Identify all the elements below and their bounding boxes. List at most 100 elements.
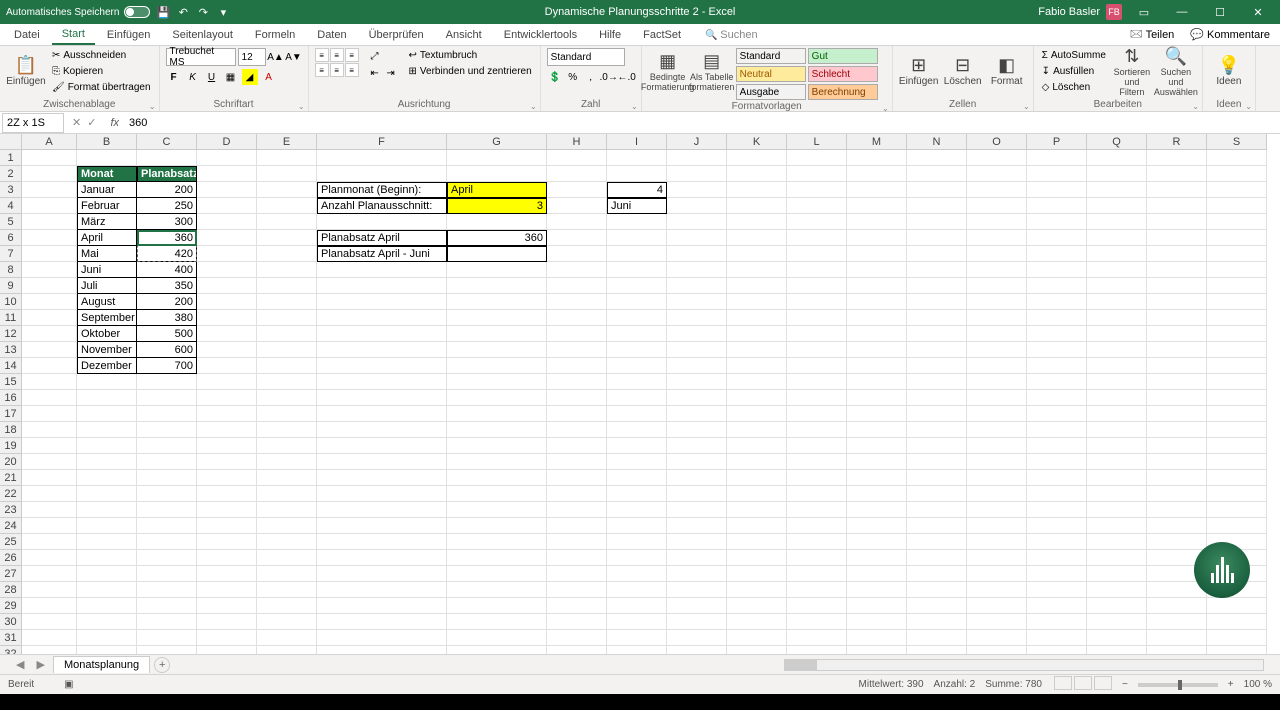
cell-M27[interactable] <box>847 566 907 582</box>
cell-H1[interactable] <box>547 150 607 166</box>
align-bottom[interactable]: ≡ <box>345 48 359 62</box>
cell-R3[interactable] <box>1147 182 1207 198</box>
cell-Q31[interactable] <box>1087 630 1147 646</box>
cell-E12[interactable] <box>257 326 317 342</box>
cell-N7[interactable] <box>907 246 967 262</box>
cell-J6[interactable] <box>667 230 727 246</box>
tab-review[interactable]: Überprüfen <box>359 26 434 44</box>
cell-Q27[interactable] <box>1087 566 1147 582</box>
cell-K15[interactable] <box>727 374 787 390</box>
cell-Q28[interactable] <box>1087 582 1147 598</box>
cell-D8[interactable] <box>197 262 257 278</box>
cell-N29[interactable] <box>907 598 967 614</box>
cell-L29[interactable] <box>787 598 847 614</box>
cell-E19[interactable] <box>257 438 317 454</box>
cell-S5[interactable] <box>1207 214 1267 230</box>
cell-D13[interactable] <box>197 342 257 358</box>
cell-E28[interactable] <box>257 582 317 598</box>
cell-G22[interactable] <box>447 486 547 502</box>
cell-K6[interactable] <box>727 230 787 246</box>
cell-E24[interactable] <box>257 518 317 534</box>
cell-M17[interactable] <box>847 406 907 422</box>
cell-I10[interactable] <box>607 294 667 310</box>
cell-K7[interactable] <box>727 246 787 262</box>
cell-N2[interactable] <box>907 166 967 182</box>
autosave-toggle[interactable]: Automatisches Speichern <box>6 6 150 18</box>
cell-P1[interactable] <box>1027 150 1087 166</box>
cell-B5[interactable]: März <box>77 214 137 230</box>
cell-L4[interactable] <box>787 198 847 214</box>
cell-R23[interactable] <box>1147 502 1207 518</box>
cell-Q11[interactable] <box>1087 310 1147 326</box>
accounting-format[interactable]: 💲 <box>547 69 563 85</box>
cell-D9[interactable] <box>197 278 257 294</box>
cell-D15[interactable] <box>197 374 257 390</box>
cell-O22[interactable] <box>967 486 1027 502</box>
cell-C6[interactable]: 360 <box>137 230 197 246</box>
maximize-icon[interactable]: ☐ <box>1204 0 1236 24</box>
cell-M26[interactable] <box>847 550 907 566</box>
cell-P16[interactable] <box>1027 390 1087 406</box>
cell-R16[interactable] <box>1147 390 1207 406</box>
qat-customize-icon[interactable]: ▾ <box>216 5 230 19</box>
cell-Q17[interactable] <box>1087 406 1147 422</box>
cell-Q19[interactable] <box>1087 438 1147 454</box>
save-icon[interactable]: 💾 <box>156 5 170 19</box>
row-header-26[interactable]: 26 <box>0 550 22 566</box>
cell-P21[interactable] <box>1027 470 1087 486</box>
cell-M8[interactable] <box>847 262 907 278</box>
cell-Q12[interactable] <box>1087 326 1147 342</box>
cell-C9[interactable]: 350 <box>137 278 197 294</box>
cell-R4[interactable] <box>1147 198 1207 214</box>
format-as-table-button[interactable]: ▤Als Tabelle formatieren <box>692 48 732 94</box>
cell-Q4[interactable] <box>1087 198 1147 214</box>
cell-L14[interactable] <box>787 358 847 374</box>
cell-I6[interactable] <box>607 230 667 246</box>
col-header-I[interactable]: I <box>607 134 667 150</box>
cell-S23[interactable] <box>1207 502 1267 518</box>
cell-N1[interactable] <box>907 150 967 166</box>
cell-P11[interactable] <box>1027 310 1087 326</box>
cell-R1[interactable] <box>1147 150 1207 166</box>
cell-J27[interactable] <box>667 566 727 582</box>
paste-button[interactable]: 📋Einfügen <box>6 48 46 94</box>
cell-F19[interactable] <box>317 438 447 454</box>
cell-C31[interactable] <box>137 630 197 646</box>
cell-F3[interactable]: Planmonat (Beginn): <box>317 182 447 198</box>
cell-A1[interactable] <box>22 150 77 166</box>
col-header-M[interactable]: M <box>847 134 907 150</box>
view-normal[interactable] <box>1054 676 1072 690</box>
cell-I14[interactable] <box>607 358 667 374</box>
cell-K22[interactable] <box>727 486 787 502</box>
cell-E14[interactable] <box>257 358 317 374</box>
cell-R7[interactable] <box>1147 246 1207 262</box>
cell-H8[interactable] <box>547 262 607 278</box>
row-header-3[interactable]: 3 <box>0 182 22 198</box>
cell-N32[interactable] <box>907 646 967 654</box>
cell-C20[interactable] <box>137 454 197 470</box>
cell-J32[interactable] <box>667 646 727 654</box>
cell-R9[interactable] <box>1147 278 1207 294</box>
cell-I26[interactable] <box>607 550 667 566</box>
cell-G30[interactable] <box>447 614 547 630</box>
cell-K30[interactable] <box>727 614 787 630</box>
cell-P32[interactable] <box>1027 646 1087 654</box>
cell-O11[interactable] <box>967 310 1027 326</box>
cell-M14[interactable] <box>847 358 907 374</box>
cell-H28[interactable] <box>547 582 607 598</box>
cell-S32[interactable] <box>1207 646 1267 654</box>
cell-H4[interactable] <box>547 198 607 214</box>
col-header-R[interactable]: R <box>1147 134 1207 150</box>
cell-H13[interactable] <box>547 342 607 358</box>
cell-O2[interactable] <box>967 166 1027 182</box>
cell-M6[interactable] <box>847 230 907 246</box>
cell-D6[interactable] <box>197 230 257 246</box>
cell-F17[interactable] <box>317 406 447 422</box>
cell-H23[interactable] <box>547 502 607 518</box>
cell-P10[interactable] <box>1027 294 1087 310</box>
row-header-8[interactable]: 8 <box>0 262 22 278</box>
cell-E27[interactable] <box>257 566 317 582</box>
cell-B3[interactable]: Januar <box>77 182 137 198</box>
cell-C21[interactable] <box>137 470 197 486</box>
cell-C7[interactable]: 420 <box>137 246 197 262</box>
